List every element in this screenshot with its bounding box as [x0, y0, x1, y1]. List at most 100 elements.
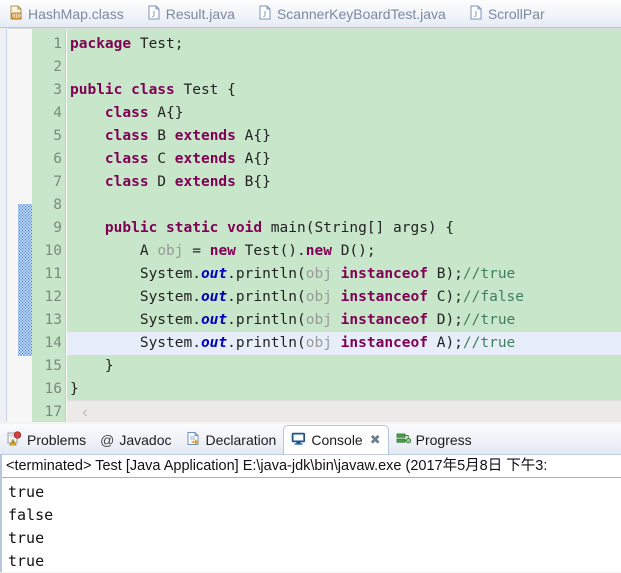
- code-token: System.: [70, 312, 201, 328]
- code-line[interactable]: class B extends A{}: [67, 125, 621, 148]
- code-token: public class: [70, 82, 175, 98]
- line-number: 16: [44, 381, 62, 397]
- code-token: class: [104, 174, 149, 190]
- code-line[interactable]: public class Test {: [67, 79, 621, 102]
- line-number: 11: [44, 266, 62, 282]
- view-tab-label: Progress: [415, 431, 472, 448]
- console-output[interactable]: true false true true: [2, 478, 621, 573]
- code-token: extends: [174, 174, 236, 190]
- code-token: main(String[] args) {: [262, 220, 455, 236]
- code-line[interactable]: System.out.println(obj instanceof B);//t…: [67, 263, 621, 286]
- code-token: }: [70, 381, 79, 397]
- fold-range-marker[interactable]: [18, 204, 32, 356]
- close-icon[interactable]: ✖: [370, 432, 381, 448]
- line-number: 2: [53, 59, 62, 75]
- view-tab-console[interactable]: Console ✖: [283, 425, 389, 454]
- code-token: public static void: [104, 220, 263, 236]
- code-line[interactable]: [67, 56, 621, 79]
- declaration-icon: [186, 431, 201, 449]
- editor-horizontal-scrollbar[interactable]: ‹: [67, 400, 621, 422]
- code-token: class: [104, 128, 149, 144]
- code-token: .println(: [227, 335, 306, 351]
- console-view: Problems @ Javadoc Declaration Console ✖ Progr…: [0, 424, 621, 572]
- code-token: C);: [427, 289, 463, 305]
- folding-annotation-column[interactable]: [8, 29, 32, 422]
- line-number: 6: [53, 151, 62, 167]
- code-line[interactable]: System.out.println(obj instanceof A);//t…: [67, 332, 621, 355]
- code-editor: 1 2 3 4 5 6 7 8 9 10 11 12 13 14 15 16 17 package Test; …: [0, 28, 621, 422]
- code-line[interactable]: System.out.println(obj instanceof C);//f…: [67, 286, 621, 309]
- code-token: new: [209, 243, 236, 259]
- line-number: 14: [44, 335, 62, 351]
- code-token: D: [148, 174, 175, 190]
- code-token: D();: [331, 243, 376, 259]
- editor-tab-bar: 010 HashMap.class J Result.java J ScannerKeyB…: [0, 0, 621, 28]
- code-line[interactable]: }: [67, 378, 621, 400]
- svg-text:J: J: [152, 10, 155, 19]
- console-process-label: <terminated> Test [Java Application] E:\…: [2, 455, 621, 478]
- editor-tab-result-java[interactable]: J Result.java: [138, 1, 249, 27]
- editor-tab-label: HashMap.class: [28, 6, 124, 22]
- line-number: 12: [44, 289, 62, 305]
- code-token: obj: [305, 266, 332, 282]
- code-token: //true: [462, 312, 516, 328]
- code-text-area[interactable]: package Test; public class Test { class …: [67, 29, 621, 400]
- line-number-gutter: 1 2 3 4 5 6 7 8 9 10 11 12 13 14 15 16 17: [32, 29, 66, 422]
- code-token: obj: [305, 289, 332, 305]
- code-token: extends: [174, 151, 236, 167]
- code-line[interactable]: A obj = new Test().new D();: [67, 240, 621, 263]
- view-tab-declaration[interactable]: Declaration: [179, 425, 284, 454]
- editor-left-strip: [0, 28, 7, 422]
- view-tab-problems[interactable]: Problems: [0, 425, 93, 454]
- code-token: A{}: [148, 105, 184, 121]
- code-token: A);: [427, 335, 463, 351]
- line-number: 7: [53, 174, 62, 190]
- editor-tab-scrollpar[interactable]: J ScrollPar: [460, 1, 559, 27]
- code-token: Test().: [235, 243, 306, 259]
- line-number: 17: [44, 404, 62, 420]
- code-token: class: [104, 151, 149, 167]
- code-line[interactable]: public static void main(String[] args) {: [67, 217, 621, 240]
- editor-tab-scannerkeyboardtest-java[interactable]: J ScannerKeyBoardTest.java: [249, 1, 460, 27]
- java-file-icon: J: [469, 5, 483, 23]
- code-token: C: [148, 151, 175, 167]
- editor-body: 1 2 3 4 5 6 7 8 9 10 11 12 13 14 15 16 17 package Test; …: [8, 28, 621, 422]
- java-file-icon: J: [147, 5, 161, 23]
- code-token: System.: [70, 266, 201, 282]
- code-token: instanceof: [340, 312, 428, 328]
- code-token: //true: [462, 266, 516, 282]
- progress-icon: [396, 431, 411, 449]
- code-line[interactable]: class D extends B{}: [67, 171, 621, 194]
- line-number: 9: [53, 220, 62, 236]
- javadoc-icon: @: [100, 431, 115, 448]
- scroll-left-arrow-icon[interactable]: ‹: [77, 401, 93, 423]
- code-line[interactable]: [67, 194, 621, 217]
- svg-text:010: 010: [12, 14, 21, 20]
- code-token: .println(: [227, 266, 306, 282]
- java-file-icon: J: [258, 5, 272, 23]
- line-number: 4: [53, 105, 62, 121]
- view-tab-javadoc[interactable]: @ Javadoc: [93, 425, 178, 454]
- code-token: D);: [427, 312, 463, 328]
- code-token: .println(: [227, 289, 306, 305]
- code-token: B);: [427, 266, 463, 282]
- code-line[interactable]: package Test;: [67, 33, 621, 56]
- code-line[interactable]: }: [67, 355, 621, 378]
- code-token: B: [148, 128, 175, 144]
- view-tab-progress[interactable]: Progress: [389, 425, 479, 454]
- code-line[interactable]: System.out.println(obj instanceof D);//t…: [67, 309, 621, 332]
- line-number: 13: [44, 312, 62, 328]
- editor-tab-hashmap-class[interactable]: 010 HashMap.class: [0, 1, 138, 27]
- code-line[interactable]: class A{}: [67, 102, 621, 125]
- line-number: 1: [53, 36, 62, 52]
- code-token: //false: [462, 289, 525, 305]
- code-line[interactable]: class C extends A{}: [67, 148, 621, 171]
- code-token: instanceof: [340, 266, 428, 282]
